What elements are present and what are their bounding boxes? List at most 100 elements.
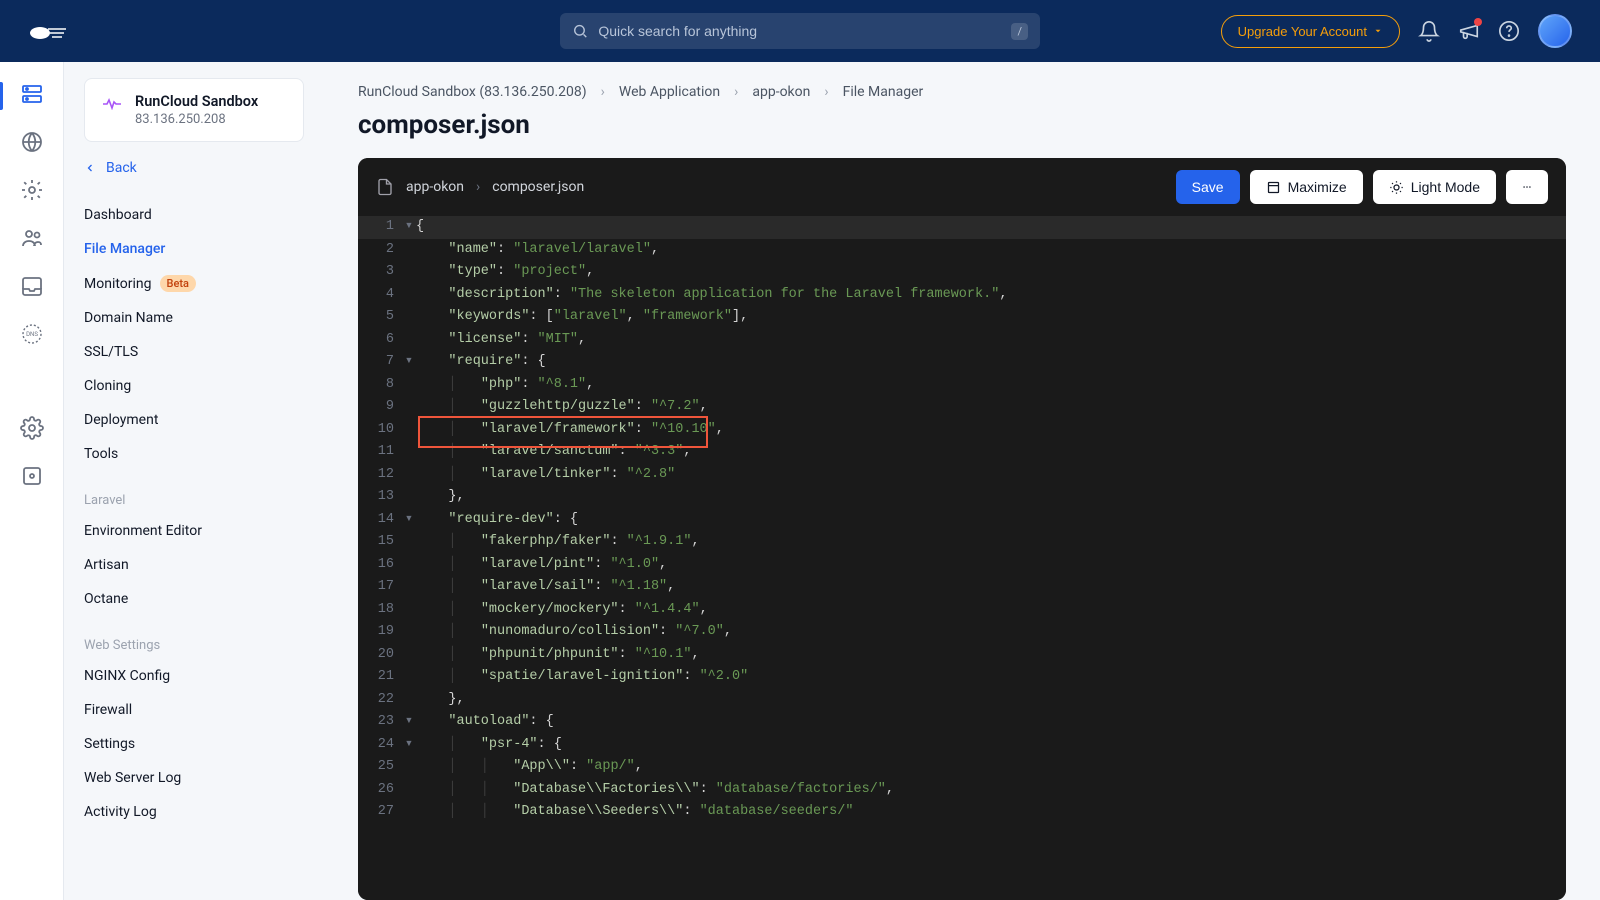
svg-text:DNS: DNS [26,331,38,338]
code-line[interactable]: 17 │ "laravel/sail": "^1.18", [358,576,1566,599]
search-input[interactable] [598,23,1011,39]
code-line[interactable]: 4 "description": "The skeleton applicati… [358,284,1566,307]
nav-item-web-server-log[interactable]: Web Server Log [84,761,304,795]
iconbar-gear-icon[interactable] [20,178,44,202]
code-line[interactable]: 14▾ "require-dev": { [358,509,1566,532]
iconbar-team-icon[interactable] [20,226,44,250]
server-card[interactable]: RunCloud Sandbox 83.136.250.208 [84,78,304,142]
upgrade-account-button[interactable]: Upgrade Your Account [1221,15,1400,48]
code-line[interactable]: 7▾ "require": { [358,351,1566,374]
sidebar: RunCloud Sandbox 83.136.250.208 Back Das… [64,62,324,900]
iconbar-globe-icon[interactable] [20,130,44,154]
nav-item-domain-name[interactable]: Domain Name [84,301,304,335]
server-provider-icon [101,95,123,114]
code-line[interactable]: 16 │ "laravel/pint": "^1.0", [358,554,1566,577]
code-line[interactable]: 8 │ "php": "^8.1", [358,374,1566,397]
nav-item-cloning[interactable]: Cloning [84,369,304,403]
upgrade-label: Upgrade Your Account [1238,24,1367,39]
code-line[interactable]: 23▾ "autoload": { [358,711,1566,734]
back-link[interactable]: Back [84,160,304,176]
nav-item-file-manager[interactable]: File Manager [84,232,304,266]
iconbar: DNS [0,62,64,900]
nav-item-artisan[interactable]: Artisan [84,548,304,582]
code-line[interactable]: 21 │ "spatie/laravel-ignition": "^2.0" [358,666,1566,689]
nav-item-dashboard[interactable]: Dashboard [84,198,304,232]
code-editor-body[interactable]: 1▾{2 "name": "laravel/laravel",3 "type":… [358,216,1566,900]
code-line[interactable]: 20 │ "phpunit/phpunit": "^10.1", [358,644,1566,667]
nav-item-octane[interactable]: Octane [84,582,304,616]
crumb-server[interactable]: RunCloud Sandbox (83.136.250.208) [358,84,587,100]
chevron-right-icon: › [734,84,738,100]
badge-beta: Beta [160,275,196,292]
notifications-icon[interactable] [1418,20,1440,42]
editor: app-okon › composer.json Save Maximize L… [358,158,1566,900]
code-line[interactable]: 22 }, [358,689,1566,712]
code-line[interactable]: 2 "name": "laravel/laravel", [358,239,1566,262]
light-mode-button[interactable]: Light Mode [1373,170,1496,204]
iconbar-servers-icon[interactable] [20,82,44,106]
code-line[interactable]: 15 │ "fakerphp/faker": "^1.9.1", [358,531,1566,554]
code-line[interactable]: 1▾{ [358,216,1566,239]
main: RunCloud Sandbox (83.136.250.208) › Web … [324,62,1600,900]
server-card-ip: 83.136.250.208 [135,112,258,127]
nav-item-monitoring[interactable]: MonitoringBeta [84,266,304,301]
more-options-button[interactable] [1506,170,1548,204]
code-line[interactable]: 27 │ │ "Database\\Seeders\\": "database/… [358,801,1566,824]
page-title: composer.json [324,104,1600,158]
code-line[interactable]: 6 "license": "MIT", [358,329,1566,352]
crumb-filemanager[interactable]: File Manager [843,84,924,100]
announcements-icon[interactable] [1458,20,1480,42]
nav-group-laravel: Laravel [84,493,304,508]
notification-dot [1474,18,1482,26]
search-box[interactable]: / [560,13,1040,49]
nav-item-settings[interactable]: Settings [84,727,304,761]
code-line[interactable]: 13 }, [358,486,1566,509]
chevron-right-icon: › [824,84,828,100]
server-card-title: RunCloud Sandbox [135,93,258,110]
chevron-down-icon [1373,26,1383,36]
nav-item-activity-log[interactable]: Activity Log [84,795,304,829]
code-line[interactable]: 10 │ "laravel/framework": "^10.10", [358,419,1566,442]
code-line[interactable]: 3 "type": "project", [358,261,1566,284]
nav-item-firewall[interactable]: Firewall [84,693,304,727]
code-line[interactable]: 9 │ "guzzlehttp/guzzle": "^7.2", [358,396,1566,419]
crumb-app[interactable]: app-okon [752,84,810,100]
iconbar-dns-icon[interactable]: DNS [20,322,44,346]
back-label: Back [106,160,137,176]
iconbar-tray-icon[interactable] [20,274,44,298]
help-icon[interactable] [1498,20,1520,42]
nav-item-tools[interactable]: Tools [84,437,304,471]
code-line[interactable]: 18 │ "mockery/mockery": "^1.4.4", [358,599,1566,622]
user-avatar[interactable] [1538,14,1572,48]
maximize-icon [1266,180,1281,195]
code-line[interactable]: 12 │ "laravel/tinker": "^2.8" [358,464,1566,487]
editor-toolbar: app-okon › composer.json Save Maximize L… [358,158,1566,216]
header-bar: / Upgrade Your Account [0,0,1600,62]
logo[interactable] [28,21,68,41]
toolbar-path-app[interactable]: app-okon [406,179,464,195]
nav-item-deployment[interactable]: Deployment [84,403,304,437]
iconbar-template-icon[interactable] [20,464,44,488]
nav-item-environment-editor[interactable]: Environment Editor [84,514,304,548]
search-icon [572,22,588,40]
code-line[interactable]: 11 │ "laravel/sanctum": "^3.3", [358,441,1566,464]
chevron-right-icon: › [601,84,605,100]
breadcrumb: RunCloud Sandbox (83.136.250.208) › Web … [324,62,1600,104]
nav-item-nginx-config[interactable]: NGINX Config [84,659,304,693]
ellipsis-icon [1522,179,1532,195]
code-line[interactable]: 5 "keywords": ["laravel", "framework"], [358,306,1566,329]
nav-group-web-settings: Web Settings [84,638,304,653]
maximize-button[interactable]: Maximize [1250,170,1363,204]
code-line[interactable]: 25 │ │ "App\\": "app/", [358,756,1566,779]
iconbar-settings-icon[interactable] [20,416,44,440]
chevron-right-icon: › [476,179,480,195]
nav-item-ssl-tls[interactable]: SSL/TLS [84,335,304,369]
file-icon [376,178,394,196]
code-line[interactable]: 24▾ │ "psr-4": { [358,734,1566,757]
toolbar-path-file[interactable]: composer.json [492,179,584,195]
chevron-left-icon [84,162,96,174]
save-button[interactable]: Save [1176,170,1240,204]
code-line[interactable]: 26 │ │ "Database\\Factories\\": "databas… [358,779,1566,802]
code-line[interactable]: 19 │ "nunomaduro/collision": "^7.0", [358,621,1566,644]
crumb-webapp[interactable]: Web Application [619,84,720,100]
